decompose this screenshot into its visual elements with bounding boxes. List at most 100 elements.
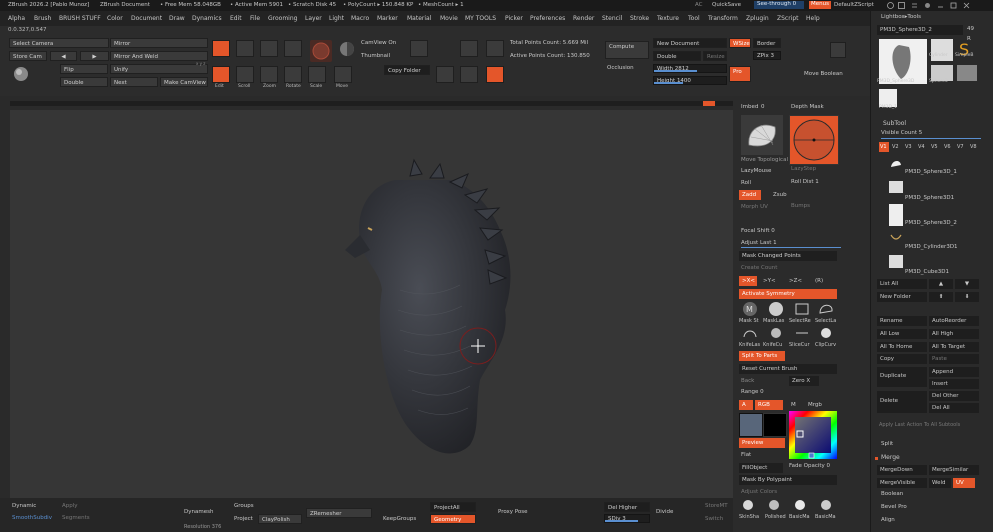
frame-icon[interactable] xyxy=(284,40,302,57)
range-slider[interactable]: Range 0 xyxy=(741,389,764,395)
mirror-button[interactable]: Mirror xyxy=(110,38,208,48)
menu-zscript[interactable]: ZScript xyxy=(777,15,799,22)
menu-dynamics[interactable]: Dynamics xyxy=(192,15,222,22)
make-camview-button[interactable]: Make CamView xyxy=(160,77,208,87)
align-header[interactable]: Align xyxy=(881,517,895,524)
menu-draw[interactable]: Draw xyxy=(169,15,185,22)
menu-help[interactable]: Help xyxy=(806,15,820,22)
morph-uv-button[interactable]: Morph UV xyxy=(741,204,768,210)
double-document-button[interactable]: Double xyxy=(653,51,701,61)
vtab-v7[interactable]: V7 xyxy=(957,145,964,150)
rename-button[interactable]: Rename xyxy=(877,316,927,326)
tool-name-field[interactable]: PM3D_Sphere3D_2 xyxy=(877,25,963,35)
move-down-button[interactable]: ▼ xyxy=(955,279,979,289)
zero-x-button[interactable]: Zero X xyxy=(789,376,819,386)
mask-by-polypaint-button[interactable]: Mask By Polypaint xyxy=(739,475,837,485)
copy-folder-button[interactable]: Copy Folder xyxy=(384,65,430,75)
geometry-button[interactable]: Geometry xyxy=(430,514,476,524)
vtab-v8[interactable]: V8 xyxy=(970,145,977,150)
move-down-arrow-button[interactable]: ⬇ xyxy=(955,292,979,302)
bumps-button[interactable]: Bumps xyxy=(791,203,810,209)
width-slider[interactable]: Width 2812 xyxy=(653,64,727,73)
vtab-v4[interactable]: V4 xyxy=(918,145,925,150)
unify-button[interactable]: Unify xyxy=(110,64,208,74)
menu-layer[interactable]: Layer xyxy=(305,15,322,22)
subtool-item-4[interactable]: PM3D_Cylinder3D1 xyxy=(905,244,958,251)
maximize-icon[interactable] xyxy=(950,2,957,9)
depth-mask-icon[interactable] xyxy=(789,115,839,165)
pro-button[interactable]: Pro xyxy=(729,66,751,82)
clip-curve-icon[interactable] xyxy=(817,326,835,340)
move-up-arrow-button[interactable]: ⬆ xyxy=(929,292,953,302)
double-button[interactable]: Double xyxy=(60,77,108,87)
camview-on-button[interactable]: CamView On xyxy=(361,40,396,47)
dynamic-button[interactable]: Dynamic xyxy=(12,503,36,510)
import-folder-icon[interactable] xyxy=(460,40,478,57)
all-high-button[interactable]: All High xyxy=(929,329,979,339)
menu-brush-stuff[interactable]: BRUSH STUFF xyxy=(59,15,101,22)
move-topological-brush-icon[interactable] xyxy=(741,115,783,155)
knife-curve-icon[interactable] xyxy=(767,326,785,340)
fade-opacity-slider[interactable]: Fade Opacity 0 xyxy=(789,463,830,469)
claypolish-button[interactable]: ClayPolish xyxy=(258,514,302,524)
roll-button[interactable]: Roll xyxy=(741,180,751,186)
menu-my-tools[interactable]: MY TOOLS xyxy=(465,15,496,22)
keepgroups-button[interactable]: KeepGroups xyxy=(383,516,416,523)
scale-icon[interactable] xyxy=(308,66,326,83)
sphere-icon[interactable] xyxy=(338,40,356,58)
delete-button[interactable]: Delete xyxy=(877,391,927,413)
bevel-icon[interactable] xyxy=(830,42,846,58)
move-up-button[interactable]: ▲ xyxy=(929,279,953,289)
move-icon[interactable] xyxy=(284,66,302,83)
segments-slider[interactable]: Segments xyxy=(62,515,90,522)
activate-symmetry-button[interactable]: Activate Symmetry xyxy=(739,289,837,299)
menu-edit[interactable]: Edit xyxy=(230,15,242,22)
menu-stencil[interactable]: Stencil xyxy=(602,15,622,22)
vtab-v2[interactable]: V2 xyxy=(892,145,899,150)
weld-button[interactable]: Weld xyxy=(929,478,951,488)
sdiv-slider[interactable]: SDiv 3 xyxy=(604,514,650,523)
dynamesh-button[interactable]: Dynamesh xyxy=(184,509,213,516)
append-button[interactable]: Append xyxy=(929,367,979,377)
help-icon[interactable] xyxy=(887,2,894,9)
storemt-button[interactable]: StoreMT xyxy=(705,503,728,510)
bevel-pro-header[interactable]: Bevel Pro xyxy=(881,504,907,511)
adjust-colors-label[interactable]: Adjust Colors xyxy=(741,489,777,495)
scroll-icon[interactable] xyxy=(212,40,230,57)
occlusion-button[interactable]: Occlusion xyxy=(607,65,634,72)
all-to-home-button[interactable]: All To Home xyxy=(877,342,927,352)
resize-button[interactable]: Resize xyxy=(703,51,727,61)
viewport-canvas[interactable] xyxy=(10,110,733,498)
radial-symmetry-button[interactable]: (R) xyxy=(815,278,823,284)
simpleb-thumbnail[interactable] xyxy=(957,65,977,81)
copy-button[interactable]: Copy xyxy=(877,354,927,364)
insert-button[interactable]: Insert xyxy=(929,379,979,389)
edit-icon[interactable] xyxy=(212,66,230,83)
back-button[interactable]: Back xyxy=(741,378,754,384)
export-icon[interactable] xyxy=(436,66,454,83)
symmetry-y-button[interactable]: >Y< xyxy=(763,278,776,284)
a-button[interactable]: A xyxy=(739,400,753,410)
list-all-button[interactable]: List All xyxy=(877,279,927,289)
rgb-button[interactable]: RGB xyxy=(755,400,783,410)
symmetry-x-button[interactable]: >X< xyxy=(739,276,757,286)
compute-button[interactable]: Compute xyxy=(605,41,649,59)
menu-tool[interactable]: Tool xyxy=(688,15,700,22)
zpix-slider[interactable]: ZPix 3 xyxy=(753,51,781,60)
polished-material-icon[interactable] xyxy=(769,500,779,510)
basic-material-icon[interactable] xyxy=(795,500,805,510)
del-all-button[interactable]: Del All xyxy=(929,403,979,413)
vtab-v1[interactable]: V1 xyxy=(879,142,889,152)
mergesimilar-button[interactable]: MergeSimilar xyxy=(929,465,979,475)
skinshade-material-icon[interactable] xyxy=(743,500,753,510)
next-button[interactable]: Next xyxy=(110,77,158,87)
visible-count-slider[interactable]: Visible Count 5 xyxy=(881,130,922,137)
draw-icon[interactable] xyxy=(236,66,254,83)
menu-light[interactable]: Light xyxy=(329,15,344,22)
menu-color[interactable]: Color xyxy=(107,15,123,22)
lightbox-tools-title[interactable]: Lightbox▸Tools xyxy=(881,14,921,21)
script-icon[interactable] xyxy=(924,2,931,9)
sphere-material-icon[interactable] xyxy=(9,64,54,94)
menu-picker[interactable]: Picker xyxy=(505,15,523,22)
menu-render[interactable]: Render xyxy=(573,15,594,22)
